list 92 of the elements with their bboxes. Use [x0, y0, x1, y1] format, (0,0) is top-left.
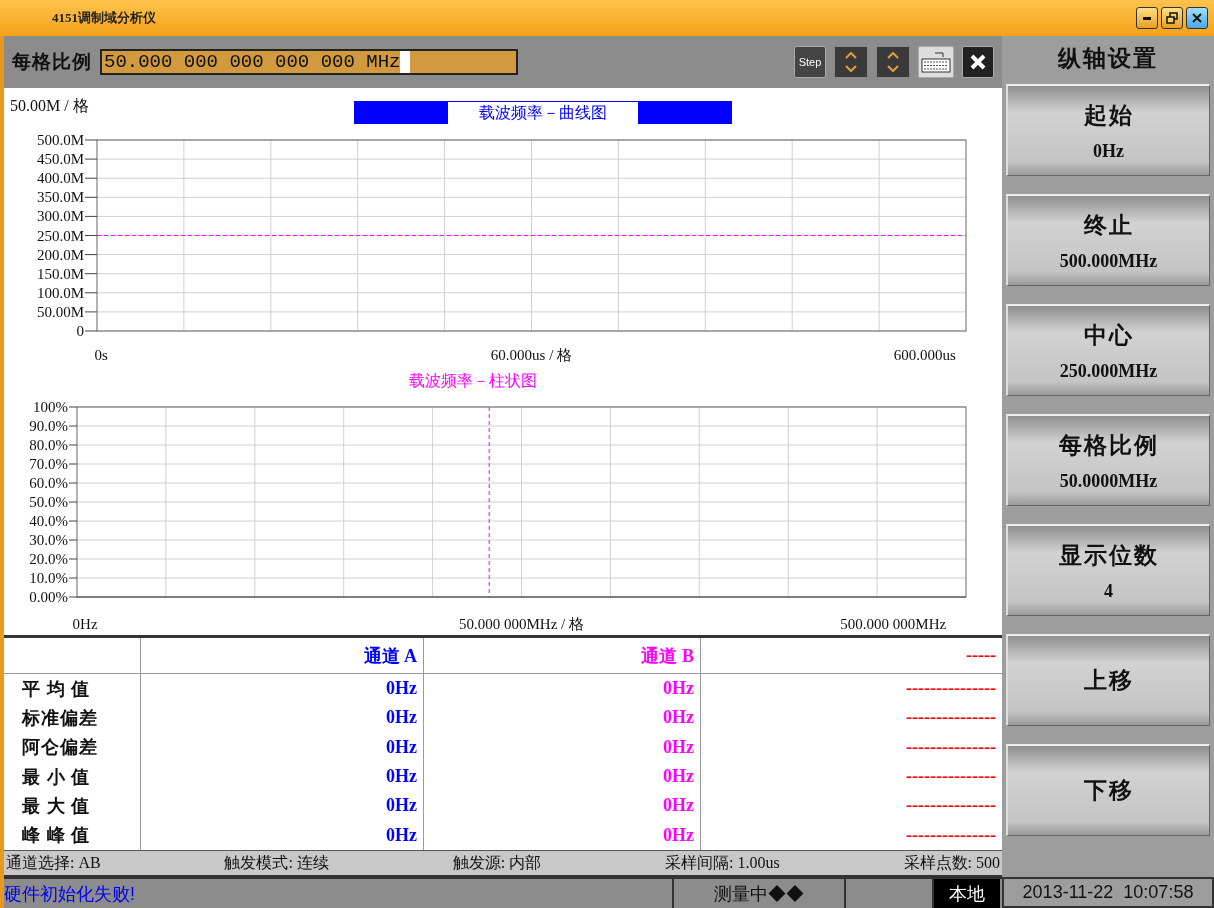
row-label: 阿仑偏差: [22, 736, 98, 760]
table-cell: ---------------: [906, 795, 996, 817]
axis-label: 80.0%: [29, 437, 68, 453]
axis-label: 50.0%: [29, 494, 68, 510]
window-title: 4151调制域分析仪: [52, 9, 156, 27]
table-cell: 0Hz: [663, 824, 694, 846]
table-cell: ---------------: [906, 736, 996, 758]
axis-label: 20.0%: [29, 551, 68, 567]
chart-title-bar: 载波频率－曲线图: [354, 101, 732, 124]
axis-label: 50.00M: [36, 303, 84, 320]
axis-title: 60.000us / 格: [490, 347, 573, 363]
row-label: 最 大 值: [22, 795, 90, 818]
column-header: 通道 B: [641, 644, 694, 668]
table-cell: ---------------: [906, 707, 996, 729]
table-cell: ---------------: [906, 678, 996, 700]
axis-label: 70.0%: [29, 456, 68, 472]
table-cell: 0Hz: [663, 707, 694, 729]
axis-label: 0s: [94, 347, 108, 363]
axis-label: 250.0M: [36, 227, 84, 244]
info-text: 触发模式: 连续: [224, 852, 329, 873]
keyboard-button[interactable]: [918, 46, 954, 78]
close-button[interactable]: [962, 46, 994, 78]
soft-key[interactable]: 上移: [1006, 634, 1210, 726]
chart-title: 载波频率－柱状图: [409, 370, 537, 391]
restore-icon: [1166, 12, 1178, 24]
restore-button[interactable]: [1161, 7, 1183, 29]
table-cell: 0Hz: [386, 824, 417, 846]
step-button[interactable]: Step: [794, 46, 826, 78]
axis-label: 500.000 000MHz: [840, 616, 947, 632]
axis-label: 150.0M: [36, 265, 84, 282]
soft-key[interactable]: 终止 500.000MHz: [1006, 194, 1210, 286]
axis-label: 100.0M: [36, 284, 84, 301]
axis-title: 50.000 000MHz / 格: [459, 616, 584, 632]
table-cell: 0Hz: [386, 736, 417, 758]
row-label: 最 小 值: [22, 765, 90, 789]
info-text: 采样点数: 500: [903, 852, 1000, 873]
soft-key[interactable]: 起始 0Hz: [1006, 84, 1210, 176]
table-cell: ---------------: [906, 766, 996, 788]
row-label: 标准偏差: [22, 707, 98, 730]
axis-label: 300.0M: [36, 208, 84, 225]
table-cell: ---------------: [906, 824, 996, 846]
axis-label: 30.0%: [29, 532, 68, 548]
text-cursor: [400, 51, 411, 73]
axis-label: 90.0%: [29, 418, 68, 434]
info-text: 采样间隔: 1.00us: [665, 852, 780, 873]
info-text: 通道选择: AB: [6, 852, 101, 873]
table-cell: 0Hz: [386, 678, 417, 700]
status-message: 硬件初始化失败!: [4, 882, 135, 906]
panel-title: 纵轴设置: [1056, 44, 1159, 73]
axis-label: 0: [76, 323, 84, 339]
value-field[interactable]: 50.000 000 000 000 000 MHz: [100, 49, 518, 75]
axis-label: 0Hz: [72, 616, 98, 632]
soft-key[interactable]: 显示位数 4: [1006, 524, 1210, 616]
table-cell: 0Hz: [386, 707, 417, 729]
spin-button[interactable]: [834, 46, 868, 78]
info-text: 触发源: 内部: [452, 852, 542, 873]
scale-label: 50.00M / 格: [10, 96, 89, 116]
minimize-button[interactable]: [1136, 7, 1158, 29]
axis-label: 600.000us: [893, 347, 956, 363]
row-label: 峰 峰 值: [22, 824, 90, 848]
field-label: 每格比例: [12, 50, 92, 74]
mode-indicator: 本地: [949, 882, 985, 906]
column-header: 通道 A: [363, 644, 417, 668]
axis-label: 10.0%: [29, 570, 68, 586]
table-cell: 0Hz: [663, 766, 694, 788]
table-cell: 0Hz: [386, 766, 417, 788]
soft-key[interactable]: 每格比例 50.0000MHz: [1006, 414, 1210, 506]
axis-label: 40.0%: [29, 513, 68, 529]
spin-button[interactable]: [876, 46, 910, 78]
table-cell: 0Hz: [386, 795, 417, 817]
axis-label: 500.0M: [36, 132, 84, 148]
table-cell: 0Hz: [663, 795, 694, 817]
column-header: -----: [966, 645, 996, 666]
axis-label: 0.00%: [29, 589, 68, 605]
axis-label: 400.0M: [36, 170, 84, 187]
axis-label: 100%: [33, 399, 68, 415]
soft-key[interactable]: 中心 250.000MHz: [1006, 304, 1210, 396]
status-text: 测量中◆◆: [714, 882, 804, 906]
keyboard-icon: [921, 51, 951, 73]
soft-key[interactable]: 下移: [1006, 744, 1210, 836]
table-cell: 0Hz: [663, 678, 694, 700]
axis-label: 350.0M: [36, 189, 84, 206]
minimize-icon: [1143, 16, 1151, 20]
close-button[interactable]: [1186, 7, 1208, 29]
close-icon: [1191, 12, 1203, 24]
row-label: 平 均 值: [22, 677, 90, 701]
axis-label: 200.0M: [36, 246, 84, 263]
axis-label: 450.0M: [36, 151, 84, 168]
table-cell: 0Hz: [663, 736, 694, 758]
date-time: 2013-11-22 10:07:58: [1002, 877, 1214, 908]
close-icon: [969, 53, 987, 71]
axis-label: 60.0%: [29, 475, 68, 491]
